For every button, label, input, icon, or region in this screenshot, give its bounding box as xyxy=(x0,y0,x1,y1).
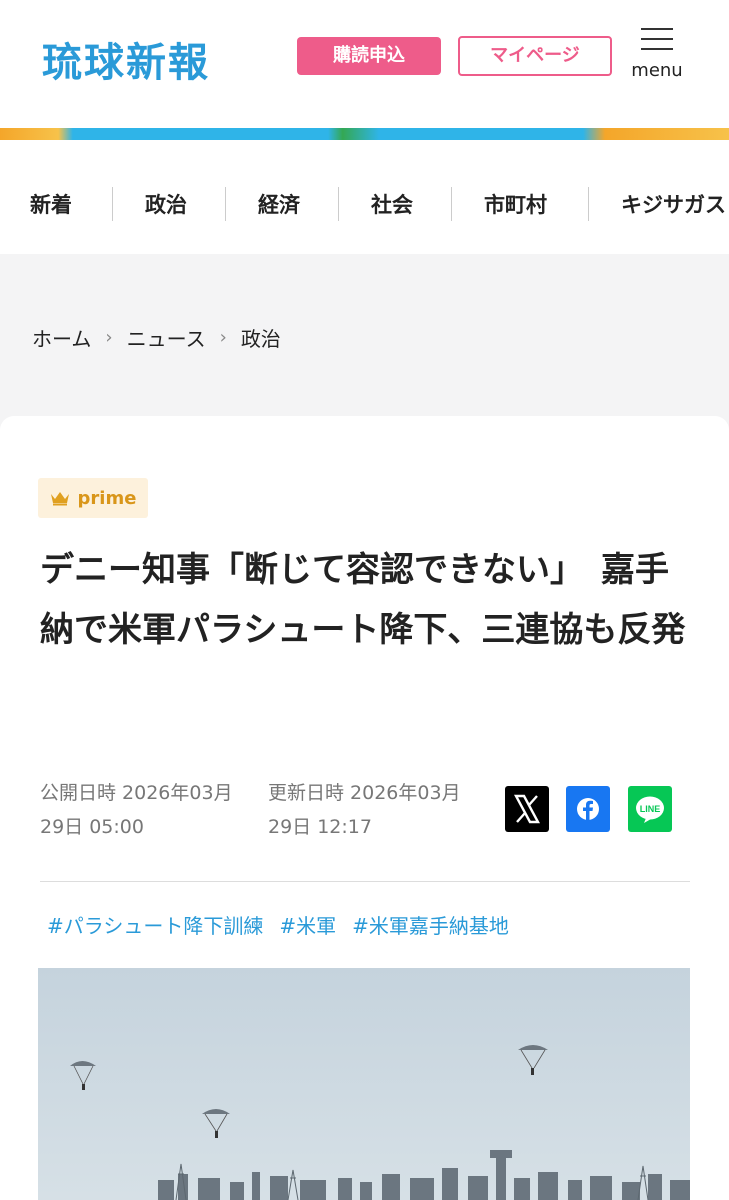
breadcrumb-news[interactable]: ニュース xyxy=(127,323,206,352)
nav-divider xyxy=(588,187,589,221)
updated-date: 更新日時 2026年03月29日 12:17 xyxy=(268,782,461,838)
meta-divider xyxy=(40,881,690,882)
ad-banner-strip[interactable] xyxy=(0,128,729,140)
site-header: 琉球新報 購読申込 マイページ menu xyxy=(0,0,729,128)
subscribe-button[interactable]: 購読申込 xyxy=(297,37,441,75)
nav-item-kijisagasu[interactable]: キジサガス xyxy=(621,189,726,219)
prime-label: prime xyxy=(77,487,137,509)
share-facebook-button[interactable] xyxy=(566,786,610,832)
article-title: デニー知事「断じて容認できない」 嘉手納で米軍パラシュート降下、三連協も反発 xyxy=(40,550,686,650)
mypage-button[interactable]: マイページ xyxy=(458,36,612,76)
published-date: 公開日時 2026年03月29日 05:00 xyxy=(40,782,233,838)
nav-divider xyxy=(451,187,452,221)
x-logo-icon xyxy=(513,794,541,824)
line-icon: LINE xyxy=(636,796,664,823)
share-x-button[interactable] xyxy=(505,786,549,832)
line-icon-text: LINE xyxy=(640,804,661,814)
facebook-icon xyxy=(577,798,599,820)
nav-divider xyxy=(225,187,226,221)
tag-us-military[interactable]: #米軍 xyxy=(279,910,336,939)
tag-parachute-training[interactable]: #パラシュート降下訓練 xyxy=(47,910,263,939)
category-nav: 新着 政治 経済 社会 市町村 キジサガス xyxy=(0,140,729,254)
nav-item-society[interactable]: 社会 xyxy=(371,189,413,219)
share-line-button[interactable]: LINE xyxy=(628,786,672,832)
hamburger-icon-bar xyxy=(641,48,673,50)
site-logo[interactable]: 琉球新報 xyxy=(42,30,210,88)
nav-item-new[interactable]: 新着 xyxy=(30,189,72,219)
chevron-right-icon: › xyxy=(219,326,227,348)
hamburger-icon-bar xyxy=(641,38,673,40)
article-photo xyxy=(38,968,690,1200)
hamburger-icon xyxy=(641,28,673,30)
menu-label: menu xyxy=(631,60,683,81)
tag-list: #パラシュート降下訓練 #米軍 #米軍嘉手納基地 xyxy=(47,910,509,939)
nav-divider xyxy=(112,187,113,221)
nav-divider xyxy=(338,187,339,221)
chevron-right-icon: › xyxy=(105,326,113,348)
menu-button[interactable]: menu xyxy=(628,24,686,86)
tag-kadena-base[interactable]: #米軍嘉手納基地 xyxy=(352,910,509,939)
breadcrumb-politics[interactable]: 政治 xyxy=(241,323,281,352)
nav-item-municipality[interactable]: 市町村 xyxy=(484,189,547,219)
prime-badge: prime xyxy=(38,478,148,518)
crown-icon xyxy=(50,492,69,506)
nav-item-politics[interactable]: 政治 xyxy=(145,189,187,219)
breadcrumb-home[interactable]: ホーム xyxy=(32,323,91,352)
nav-item-economy[interactable]: 経済 xyxy=(258,189,300,219)
breadcrumb: ホーム › ニュース › 政治 xyxy=(32,322,281,352)
